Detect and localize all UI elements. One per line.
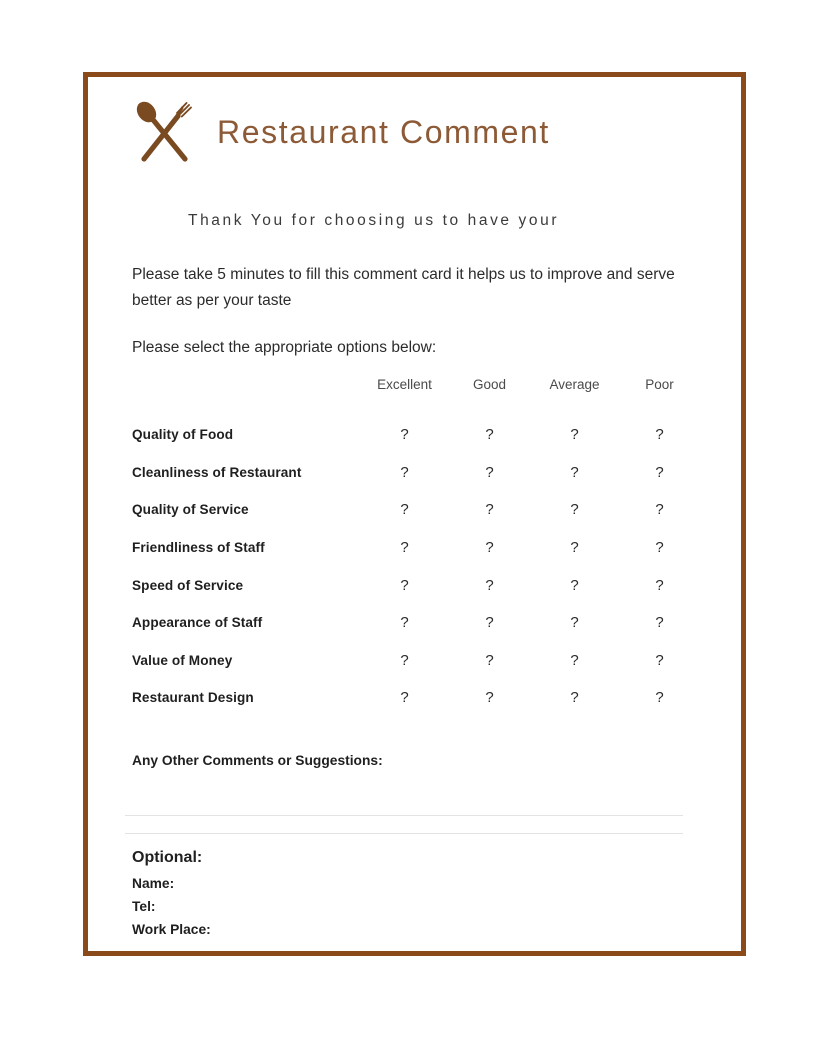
rating-table-header-row: Excellent Good Average Poor	[132, 377, 702, 416]
rating-option-cleanliness-of-restaurant-excellent[interactable]: ?	[362, 454, 447, 492]
rating-option-friendliness-of-staff-excellent[interactable]: ?	[362, 529, 447, 567]
row-label-speed-of-service: Speed of Service	[132, 577, 244, 593]
rating-option-appearance-of-staff-excellent[interactable]: ?	[362, 604, 447, 642]
rating-option-value-of-money-excellent[interactable]: ?	[362, 642, 447, 680]
rating-option-value-of-money-poor[interactable]: ?	[617, 642, 702, 680]
table-row: Friendliness of Staff ? ? ? ?	[132, 529, 702, 567]
rating-option-speed-of-service-poor[interactable]: ?	[617, 566, 702, 604]
row-label-cleanliness-of-restaurant: Cleanliness of Restaurant	[132, 464, 302, 480]
comments-heading: Any Other Comments or Suggestions:	[132, 753, 383, 768]
subtitle-line-1: Thank You for choosing us to have your	[188, 212, 560, 229]
rating-option-quality-of-food-poor[interactable]: ?	[617, 416, 702, 454]
row-label-quality-of-service: Quality of Service	[132, 502, 249, 518]
rating-option-speed-of-service-excellent[interactable]: ?	[362, 566, 447, 604]
card-header: Restaurant Comment	[133, 99, 550, 165]
rating-option-quality-of-food-average[interactable]: ?	[532, 416, 617, 454]
rating-option-cleanliness-of-restaurant-average[interactable]: ?	[532, 454, 617, 492]
comment-write-line-1[interactable]	[125, 815, 683, 816]
optional-field-tel[interactable]: Tel:	[132, 899, 211, 914]
rating-table-head: Excellent Good Average Poor	[132, 377, 702, 416]
row-label-value-of-money: Value of Money	[132, 652, 233, 668]
page-title: Restaurant Comment	[217, 114, 550, 150]
rating-option-quality-of-service-good[interactable]: ?	[447, 491, 532, 529]
table-row: Quality of Food ? ? ? ?	[132, 416, 702, 454]
table-row: Quality of Service ? ? ? ?	[132, 491, 702, 529]
optional-field-work-place[interactable]: Work Place:	[132, 922, 211, 937]
rating-option-appearance-of-staff-good[interactable]: ?	[447, 604, 532, 642]
rating-option-restaurant-design-excellent[interactable]: ?	[362, 679, 447, 717]
rating-option-speed-of-service-good[interactable]: ?	[447, 566, 532, 604]
optional-field-name[interactable]: Name:	[132, 876, 211, 891]
rating-label-column-header	[132, 377, 362, 416]
rating-option-speed-of-service-average[interactable]: ?	[532, 566, 617, 604]
rating-option-restaurant-design-poor[interactable]: ?	[617, 679, 702, 717]
comment-card-frame: Restaurant Comment Thank You for choosin…	[83, 72, 746, 956]
subtitle-clip-overlay	[183, 233, 703, 253]
rating-option-quality-of-food-excellent[interactable]: ?	[362, 416, 447, 454]
rating-option-appearance-of-staff-average[interactable]: ?	[532, 604, 617, 642]
rating-table: Excellent Good Average Poor Quality of F…	[132, 377, 702, 717]
row-label-quality-of-food: Quality of Food	[132, 427, 234, 443]
table-row: Cleanliness of Restaurant ? ? ? ?	[132, 454, 702, 492]
rating-option-quality-of-service-average[interactable]: ?	[532, 491, 617, 529]
rating-table-body: Quality of Food ? ? ? ? Cleanliness of R…	[132, 416, 702, 717]
crossed-spoon-fork-icon	[136, 101, 192, 162]
rating-option-value-of-money-average[interactable]: ?	[532, 642, 617, 680]
table-row: Value of Money ? ? ? ?	[132, 642, 702, 680]
rating-option-restaurant-design-average[interactable]: ?	[532, 679, 617, 717]
rating-option-friendliness-of-staff-average[interactable]: ?	[532, 529, 617, 567]
comment-card-body: Restaurant Comment Thank You for choosin…	[88, 77, 741, 951]
column-header-good: Good	[472, 377, 507, 392]
comment-write-line-2[interactable]	[125, 833, 683, 834]
column-header-excellent: Excellent	[377, 377, 432, 392]
rating-option-appearance-of-staff-poor[interactable]: ?	[617, 604, 702, 642]
rating-option-friendliness-of-staff-good[interactable]: ?	[447, 529, 532, 567]
table-row: Appearance of Staff ? ? ? ?	[132, 604, 702, 642]
instruction-line: Please select the appropriate options be…	[132, 339, 437, 356]
table-row: Restaurant Design ? ? ? ?	[132, 679, 702, 717]
rating-option-quality-of-service-excellent[interactable]: ?	[362, 491, 447, 529]
row-label-friendliness-of-staff: Friendliness of Staff	[132, 540, 265, 556]
column-header-average: Average	[549, 377, 600, 392]
rating-option-cleanliness-of-restaurant-poor[interactable]: ?	[617, 454, 702, 492]
rating-option-quality-of-food-good[interactable]: ?	[447, 416, 532, 454]
rating-option-restaurant-design-good[interactable]: ?	[447, 679, 532, 717]
column-header-poor: Poor	[645, 377, 674, 392]
optional-heading: Optional:	[132, 849, 203, 866]
table-row: Speed of Service ? ? ? ?	[132, 566, 702, 604]
row-label-appearance-of-staff: Appearance of Staff	[132, 615, 263, 631]
optional-section: Optional: Name: Tel: Work Place:	[132, 849, 211, 945]
rating-option-value-of-money-good[interactable]: ?	[447, 642, 532, 680]
rating-option-friendliness-of-staff-poor[interactable]: ?	[617, 529, 702, 567]
intro-paragraph: Please take 5 minutes to fill this comme…	[132, 266, 675, 309]
rating-option-quality-of-service-poor[interactable]: ?	[617, 491, 702, 529]
rating-option-cleanliness-of-restaurant-good[interactable]: ?	[447, 454, 532, 492]
row-label-restaurant-design: Restaurant Design	[132, 690, 254, 706]
